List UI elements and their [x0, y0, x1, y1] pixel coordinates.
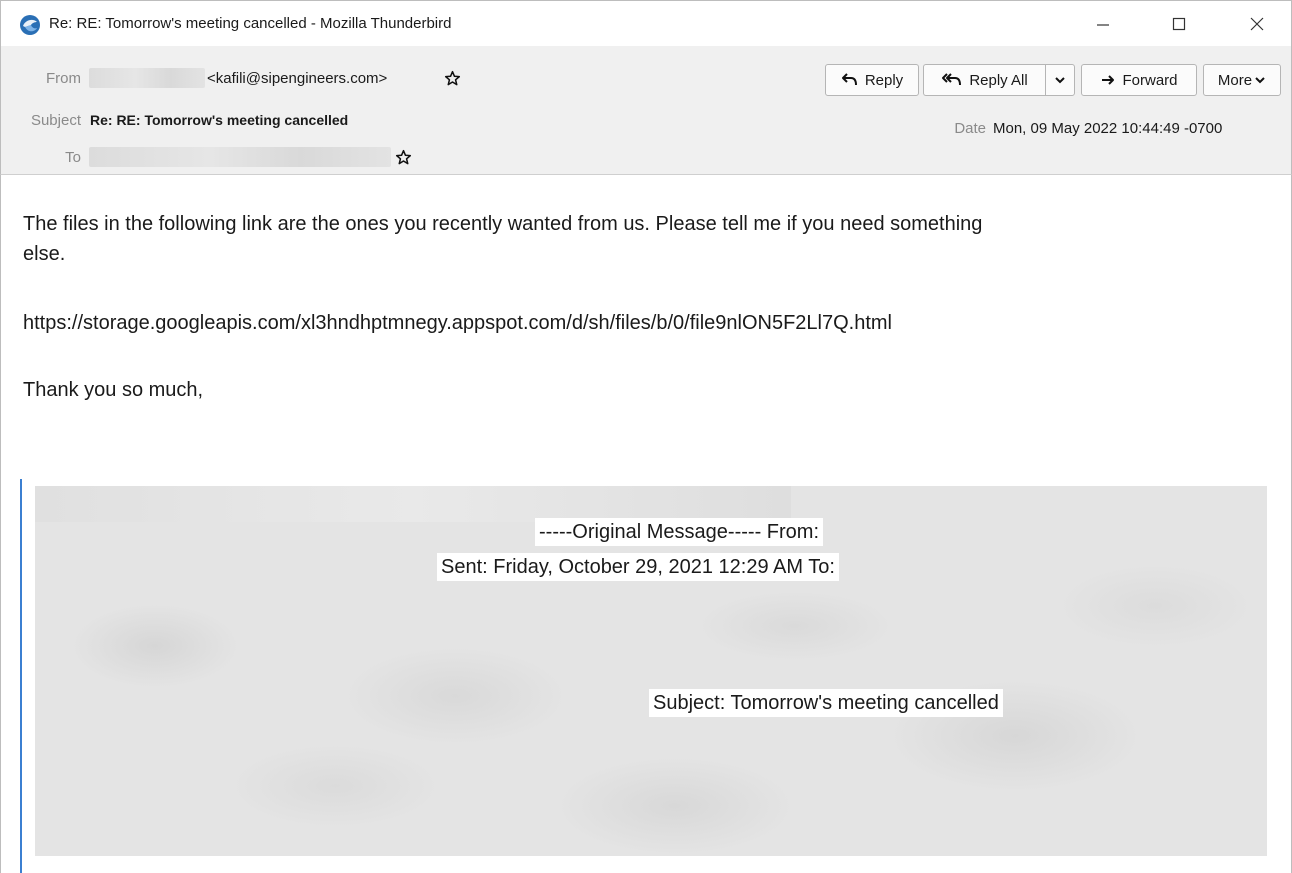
forward-button[interactable]: Forward [1081, 64, 1197, 96]
reply-all-dropdown[interactable] [1045, 64, 1075, 96]
date-label: Date [954, 120, 986, 137]
star-icon[interactable] [444, 70, 461, 87]
reply-button[interactable]: Reply [825, 64, 919, 96]
forward-label: Forward [1122, 71, 1178, 89]
thunderbird-app-icon [20, 15, 40, 35]
reply-all-icon [942, 73, 962, 86]
body-line-2: else. [23, 243, 66, 265]
reply-all-label: Reply All [969, 71, 1028, 89]
from-label: From [46, 70, 81, 87]
window-title: Re: RE: Tomorrow's meeting cancelled - M… [49, 15, 452, 32]
date-value: Mon, 09 May 2022 10:44:49 -0700 [993, 120, 1223, 137]
message-header: From <kafili@sipengineers.com> Subject R… [0, 46, 1292, 175]
reply-label: Reply [864, 71, 904, 89]
to-address-redacted [89, 147, 391, 167]
minimize-button[interactable] [1075, 1, 1131, 47]
sent-line: Sent: Friday, October 29, 2021 12:29 AM … [437, 553, 839, 581]
closing-line: Thank you so much, [23, 379, 204, 401]
more-label: More [1217, 71, 1253, 89]
chevron-down-icon [1055, 77, 1065, 84]
quoted-header-redacted [35, 486, 791, 522]
chevron-down-icon [1255, 77, 1265, 84]
star-icon[interactable] [395, 149, 412, 166]
minimize-icon [1097, 24, 1109, 26]
to-label: To [65, 149, 81, 166]
quoted-subject-line: Subject: Tomorrow's meeting cancelled [649, 689, 1003, 717]
phishing-link[interactable]: https://storage.googleapis.com/xl3hndhpt… [23, 308, 892, 338]
forward-icon [1102, 75, 1115, 85]
maximize-icon [1172, 17, 1186, 31]
maximize-button[interactable] [1151, 1, 1207, 47]
body-line-1: The files in the following link are the … [23, 213, 983, 235]
subject-value: Re: RE: Tomorrow's meeting cancelled [90, 112, 349, 128]
close-icon [1250, 17, 1264, 31]
more-button[interactable]: More [1203, 64, 1281, 96]
original-message-line: -----Original Message----- From: [535, 518, 823, 546]
reply-icon [841, 73, 857, 86]
title-bar: Re: RE: Tomorrow's meeting cancelled - M… [0, 0, 1292, 46]
subject-label: Subject [30, 112, 81, 129]
from-name-redacted [89, 68, 205, 88]
message-body: The files in the following link are the … [0, 175, 1292, 873]
close-button[interactable] [1229, 1, 1285, 47]
quote-bar [20, 479, 22, 873]
reply-all-button[interactable]: Reply All [923, 64, 1045, 96]
from-address[interactable]: <kafili@sipengineers.com> [207, 70, 387, 87]
